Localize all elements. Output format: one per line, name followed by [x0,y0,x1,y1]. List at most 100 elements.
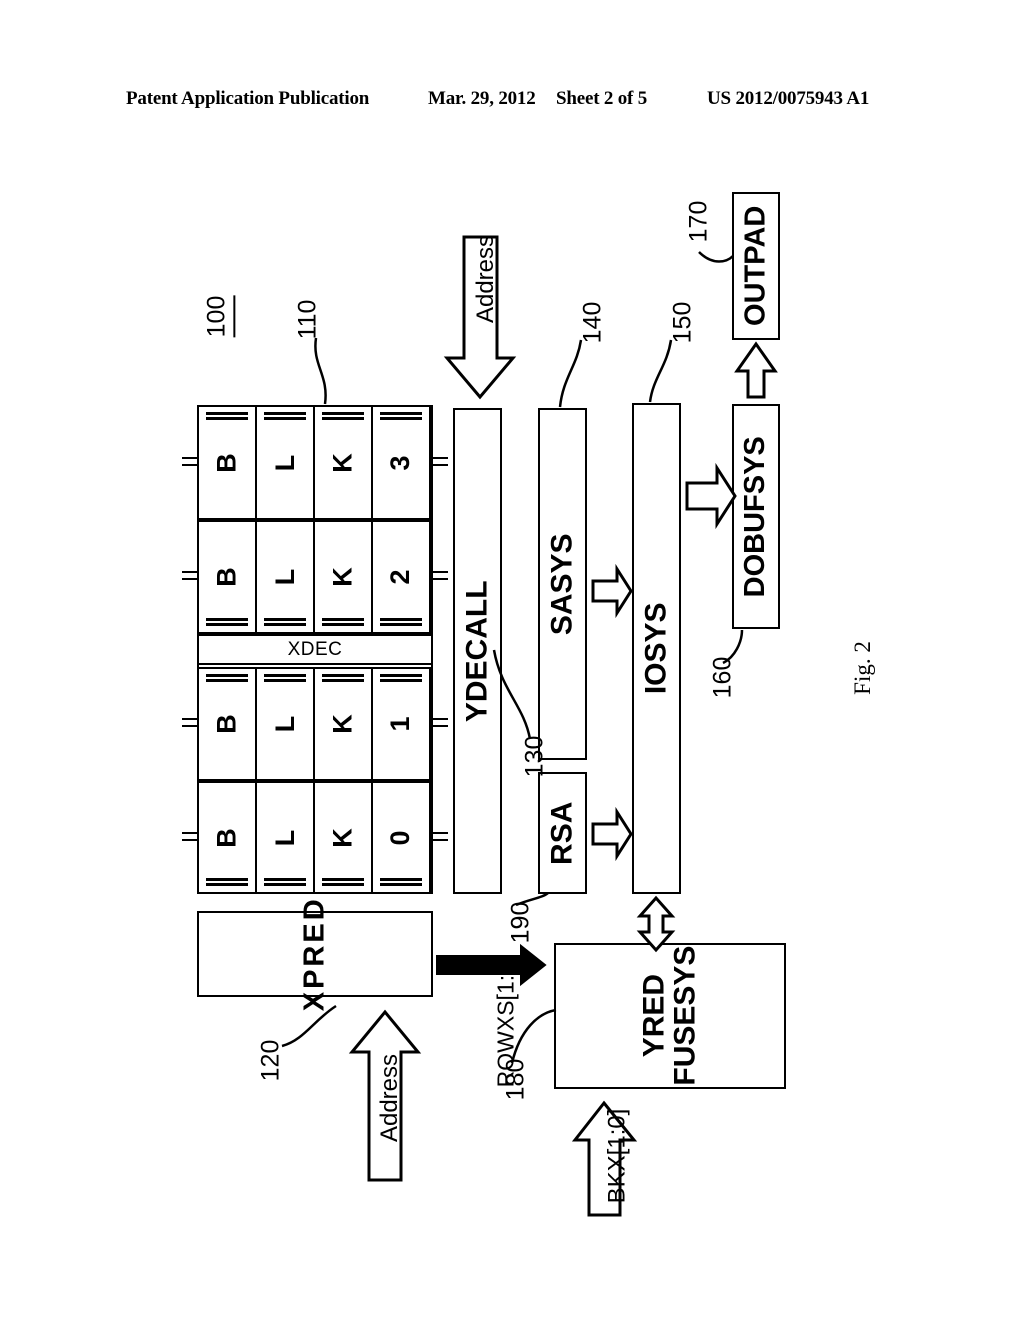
memory-cell: B [199,522,257,632]
xdec-block: XDEC [197,634,433,665]
cell-bar-group [206,412,248,421]
blk3-letter-0: B [211,452,242,473]
edge-tick-left [182,831,198,844]
memory-block-blk3: B L K 3 [182,407,448,520]
edge-tick-right [432,831,448,844]
cell-bar-group [206,878,248,887]
blk1-letter-2: K [327,714,358,734]
blk2-letter-0: B [211,567,242,587]
ref-120: 120 [256,1039,285,1082]
sasys-block: SASYS [538,408,587,760]
sasys-to-iosys-arrow [591,563,633,619]
memory-cell: 0 [373,783,431,892]
blk0-letter-0: B [211,827,242,848]
cell-bar-group [264,618,306,627]
blk1-letter-1: L [269,715,300,733]
cell-bar-group [380,674,422,683]
yred-fusesys-line2: FUSESYS [667,945,701,1087]
memory-cell: 1 [373,669,431,779]
iosys-to-dobufsys-arrow [685,462,737,530]
memory-cell: L [257,407,315,518]
dobufsys-block: DOBUFSYS [732,404,780,629]
edge-tick-left [182,456,198,469]
address-bottom-label: Address [376,1053,404,1143]
memory-cell: L [257,783,315,892]
rsa-block: RSA [538,772,587,894]
cell-bar-group [322,618,364,627]
cell-bar-group [380,878,422,887]
leader-150 [648,339,673,403]
edge-tick-right [432,456,448,469]
ydecall-label: YDECALL [460,580,494,722]
cell-bar-group [322,878,364,887]
sasys-label: SASYS [545,533,579,635]
address-top-label: Address [472,234,500,324]
figure-caption: Fig. 2 [849,641,875,695]
blk0-letter-1: L [269,829,300,846]
xpred-block: XPRED [197,897,433,1011]
yred-fusesys-line1: YRED [637,974,671,1058]
dobufsys-label: DOBUFSYS [739,435,772,598]
memory-cell: K [315,407,373,518]
blk2-letter-1: L [269,568,300,586]
memory-cell: K [315,669,373,779]
outpad-label: OUTPAD [739,205,772,327]
cell-bar-group [264,412,306,421]
iosys-label: IOSYS [639,602,673,695]
cell-bar-group [322,412,364,421]
blk0-letter-3: 0 [385,829,416,846]
leader-110 [314,337,327,405]
leader-140 [558,339,583,408]
rowxs-arrow [436,943,547,987]
blk3-letter-3: 3 [385,454,416,471]
bkx-label: BKX[1:0] [603,1108,631,1204]
memory-cell: L [257,522,315,632]
memory-cell: K [315,522,373,632]
cell-bar-group [322,674,364,683]
memory-cell: 2 [373,522,431,632]
edge-tick-left [182,571,198,583]
yred-fusesys-block: YRED FUSESYS [554,943,786,1089]
memory-cell: B [199,783,257,892]
ref-110: 110 [293,299,322,340]
memory-cell: 3 [373,407,431,518]
blk2-letter-2: K [327,567,358,587]
blk1-letter-3: 1 [385,716,416,732]
ref-160: 160 [708,656,737,699]
outpad-block: OUTPAD [732,192,780,340]
memory-cell: L [257,669,315,779]
cell-bar-group [264,878,306,887]
edge-tick-left [182,718,198,730]
figure-2-diagram: B L K 3 B L K 2 B L K 1 B L K 0 XDEC XPR… [0,0,1024,1320]
cell-bar-group [380,412,422,421]
blk2-letter-3: 2 [385,569,416,585]
dobufsys-to-outpad-arrow [734,341,778,399]
rsa-to-iosys-arrow [591,806,633,862]
ydecall-block: YDECALL [453,408,502,894]
ref-170: 170 [684,200,713,243]
xpred-label: XPRED [298,896,331,1012]
ref-130: 130 [520,735,549,778]
leader-170 [698,251,734,263]
memory-cell: B [199,407,257,518]
ref-150: 150 [668,301,697,344]
memory-cell: B [199,669,257,779]
ref-190: 190 [506,901,535,944]
rsa-label: RSA [545,801,579,865]
cell-bar-group [206,674,248,683]
yred-fusesys-label: YRED FUSESYS [637,945,701,1087]
ref-100: 100 [198,295,240,338]
leader-120 [281,1004,337,1048]
cell-bar-group [264,674,306,683]
blk3-letter-1: L [269,454,300,471]
blk1-letter-0: B [211,714,242,734]
blk0-letter-2: K [327,827,358,848]
rowxs-label: ROWXS[1:0] [492,955,519,1088]
iosys-block: IOSYS [632,403,681,894]
cell-bar-group [206,618,248,627]
edge-tick-right [432,571,448,583]
edge-tick-right [432,718,448,730]
memory-block-blk1: B L K 1 [182,667,448,781]
memory-block-blk0: B L K 0 [182,781,448,892]
cell-bar-group [380,618,422,627]
